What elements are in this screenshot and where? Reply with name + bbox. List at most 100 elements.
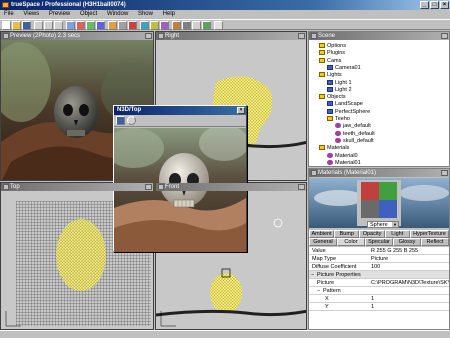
minimize-button[interactable]: _ [420, 1, 429, 9]
prop-value[interactable]: 1 [371, 303, 449, 311]
help-icon[interactable] [214, 21, 223, 30]
prop-value[interactable]: C:\PROGRAM\N3D\Texture\SKY [371, 279, 449, 287]
refresh-icon[interactable] [127, 116, 136, 125]
close-button[interactable]: × [440, 1, 449, 9]
float-toolbar [114, 115, 246, 127]
shape-select[interactable]: Sphere ▼ [367, 221, 399, 228]
copy-icon[interactable] [44, 21, 53, 30]
rotate-icon[interactable] [86, 21, 95, 30]
tab-hypertexture[interactable]: HyperTexture [409, 230, 449, 238]
tab-reflect[interactable]: Reflect [421, 238, 449, 246]
tab-opacity[interactable]: Opacity [359, 230, 385, 238]
menu-file[interactable]: File [0, 10, 18, 19]
tree-item[interactable]: Materials [319, 145, 349, 151]
zoom-icon[interactable] [182, 21, 191, 30]
close-icon[interactable]: × [237, 107, 245, 114]
viewport-menu-icon [158, 184, 164, 190]
tree-item[interactable]: jaw_default [335, 123, 371, 129]
main-toolbar [0, 19, 450, 30]
tab-specular[interactable]: Specular [365, 238, 393, 246]
close-icon[interactable] [441, 33, 448, 39]
material-tabs-row2: General Color Specular Glossy Reflect [309, 238, 449, 246]
prop-row[interactable]: Picture C:\PROGRAM\N3D\Texture\SKY [309, 279, 449, 287]
scene-tree-panel: Scene Options Plugins Cams Camera01 Lights Li… [308, 31, 450, 167]
maximize-button[interactable]: □ [430, 1, 439, 9]
tree-item[interactable]: Options [319, 43, 346, 49]
tab-glossy[interactable]: Glossy [393, 238, 421, 246]
material-tabs-row1: Ambient Bump Opacity Light HyperTexture [309, 230, 449, 238]
tree-item[interactable]: Light 1 [327, 80, 352, 86]
app-icon [2, 2, 9, 8]
render-preview-window[interactable]: N3D/Top × [113, 105, 247, 252]
tab-bump[interactable]: Bump [334, 230, 360, 238]
prop-row[interactable]: Y1 [309, 303, 449, 311]
tree-item[interactable]: Camera01 [327, 65, 361, 71]
tab-light[interactable]: Light [384, 230, 410, 238]
prop-row[interactable]: Value R 255 G 255 B 255 [309, 247, 449, 255]
select-icon[interactable] [66, 21, 75, 30]
close-icon[interactable] [298, 184, 305, 190]
tree-item[interactable]: skull_default [335, 138, 374, 144]
new-icon[interactable] [2, 21, 11, 30]
status-bar [0, 330, 450, 338]
tab-color[interactable]: Color [337, 238, 365, 246]
grid-icon[interactable] [202, 21, 211, 30]
prop-value[interactable]: 1 [371, 295, 449, 303]
prop-row[interactable]: Map Type Picture [309, 255, 449, 263]
tree-item[interactable]: Cams [319, 58, 341, 64]
open-icon[interactable] [12, 21, 21, 30]
prop-row[interactable]: Diffuse Coefficient 100 [309, 263, 449, 271]
camera-icon[interactable] [118, 21, 127, 30]
tree-item[interactable]: Light 2 [327, 87, 352, 93]
menu-window[interactable]: Window [103, 10, 132, 19]
chevron-down-icon[interactable]: ▼ [392, 222, 398, 227]
prop-value[interactable]: Picture [371, 255, 449, 263]
tree-item[interactable]: teeth_default [335, 131, 375, 137]
tree-item[interactable]: Lights [319, 72, 342, 78]
object-icon [327, 86, 333, 92]
pan-icon[interactable] [192, 21, 201, 30]
prop-value[interactable]: R 255 G 255 B 255 [371, 247, 449, 255]
tree-item[interactable]: LandScape [327, 101, 363, 107]
render-icon[interactable] [128, 21, 137, 30]
collapse-icon[interactable]: − [311, 271, 314, 279]
cylinder-icon[interactable] [160, 21, 169, 30]
cut-icon[interactable] [34, 21, 43, 30]
tree-item[interactable]: Material01 [327, 160, 361, 166]
move-icon[interactable] [76, 21, 85, 30]
prop-row[interactable]: X1 [309, 295, 449, 303]
cube-icon[interactable] [150, 21, 159, 30]
menu-preview[interactable]: Preview [45, 10, 74, 19]
scale-icon[interactable] [96, 21, 105, 30]
menu-show[interactable]: Show [134, 10, 157, 19]
close-icon[interactable] [441, 170, 448, 176]
right-viewport-title: Right [156, 32, 306, 40]
tree-item[interactable]: Objects [319, 94, 346, 100]
section-header[interactable]: − Picture Properties [309, 271, 449, 279]
tab-ambient[interactable]: Ambient [309, 230, 335, 238]
save-icon[interactable] [22, 21, 31, 30]
menu-help[interactable]: Help [159, 10, 179, 19]
tab-general[interactable]: General [309, 238, 337, 246]
menu-views[interactable]: Views [19, 10, 43, 19]
light-icon[interactable] [108, 21, 117, 30]
prop-value[interactable]: 100 [371, 263, 449, 271]
close-icon[interactable] [145, 33, 152, 39]
close-icon[interactable] [145, 184, 152, 190]
tree-item[interactable]: PerfectSphere [327, 109, 370, 115]
tree-item[interactable]: Teeho [327, 116, 350, 122]
close-icon[interactable] [298, 33, 305, 39]
prop-row[interactable]: − Pattern [309, 287, 449, 295]
collapse-icon[interactable]: − [317, 287, 320, 295]
tree-item-label: skull_default [343, 137, 374, 144]
material-icon [327, 152, 333, 158]
paste-icon[interactable] [54, 21, 63, 30]
sphere-icon[interactable] [140, 21, 149, 30]
menu-object[interactable]: Object [76, 10, 101, 19]
tree-item[interactable]: Plugins [319, 50, 345, 56]
material-icon[interactable] [172, 21, 181, 30]
float-window-title: N3D/Top × [114, 106, 246, 115]
tree-item[interactable]: Material0 [327, 153, 358, 159]
top-viewport-label: Top [10, 184, 20, 190]
save-icon[interactable] [116, 116, 125, 125]
